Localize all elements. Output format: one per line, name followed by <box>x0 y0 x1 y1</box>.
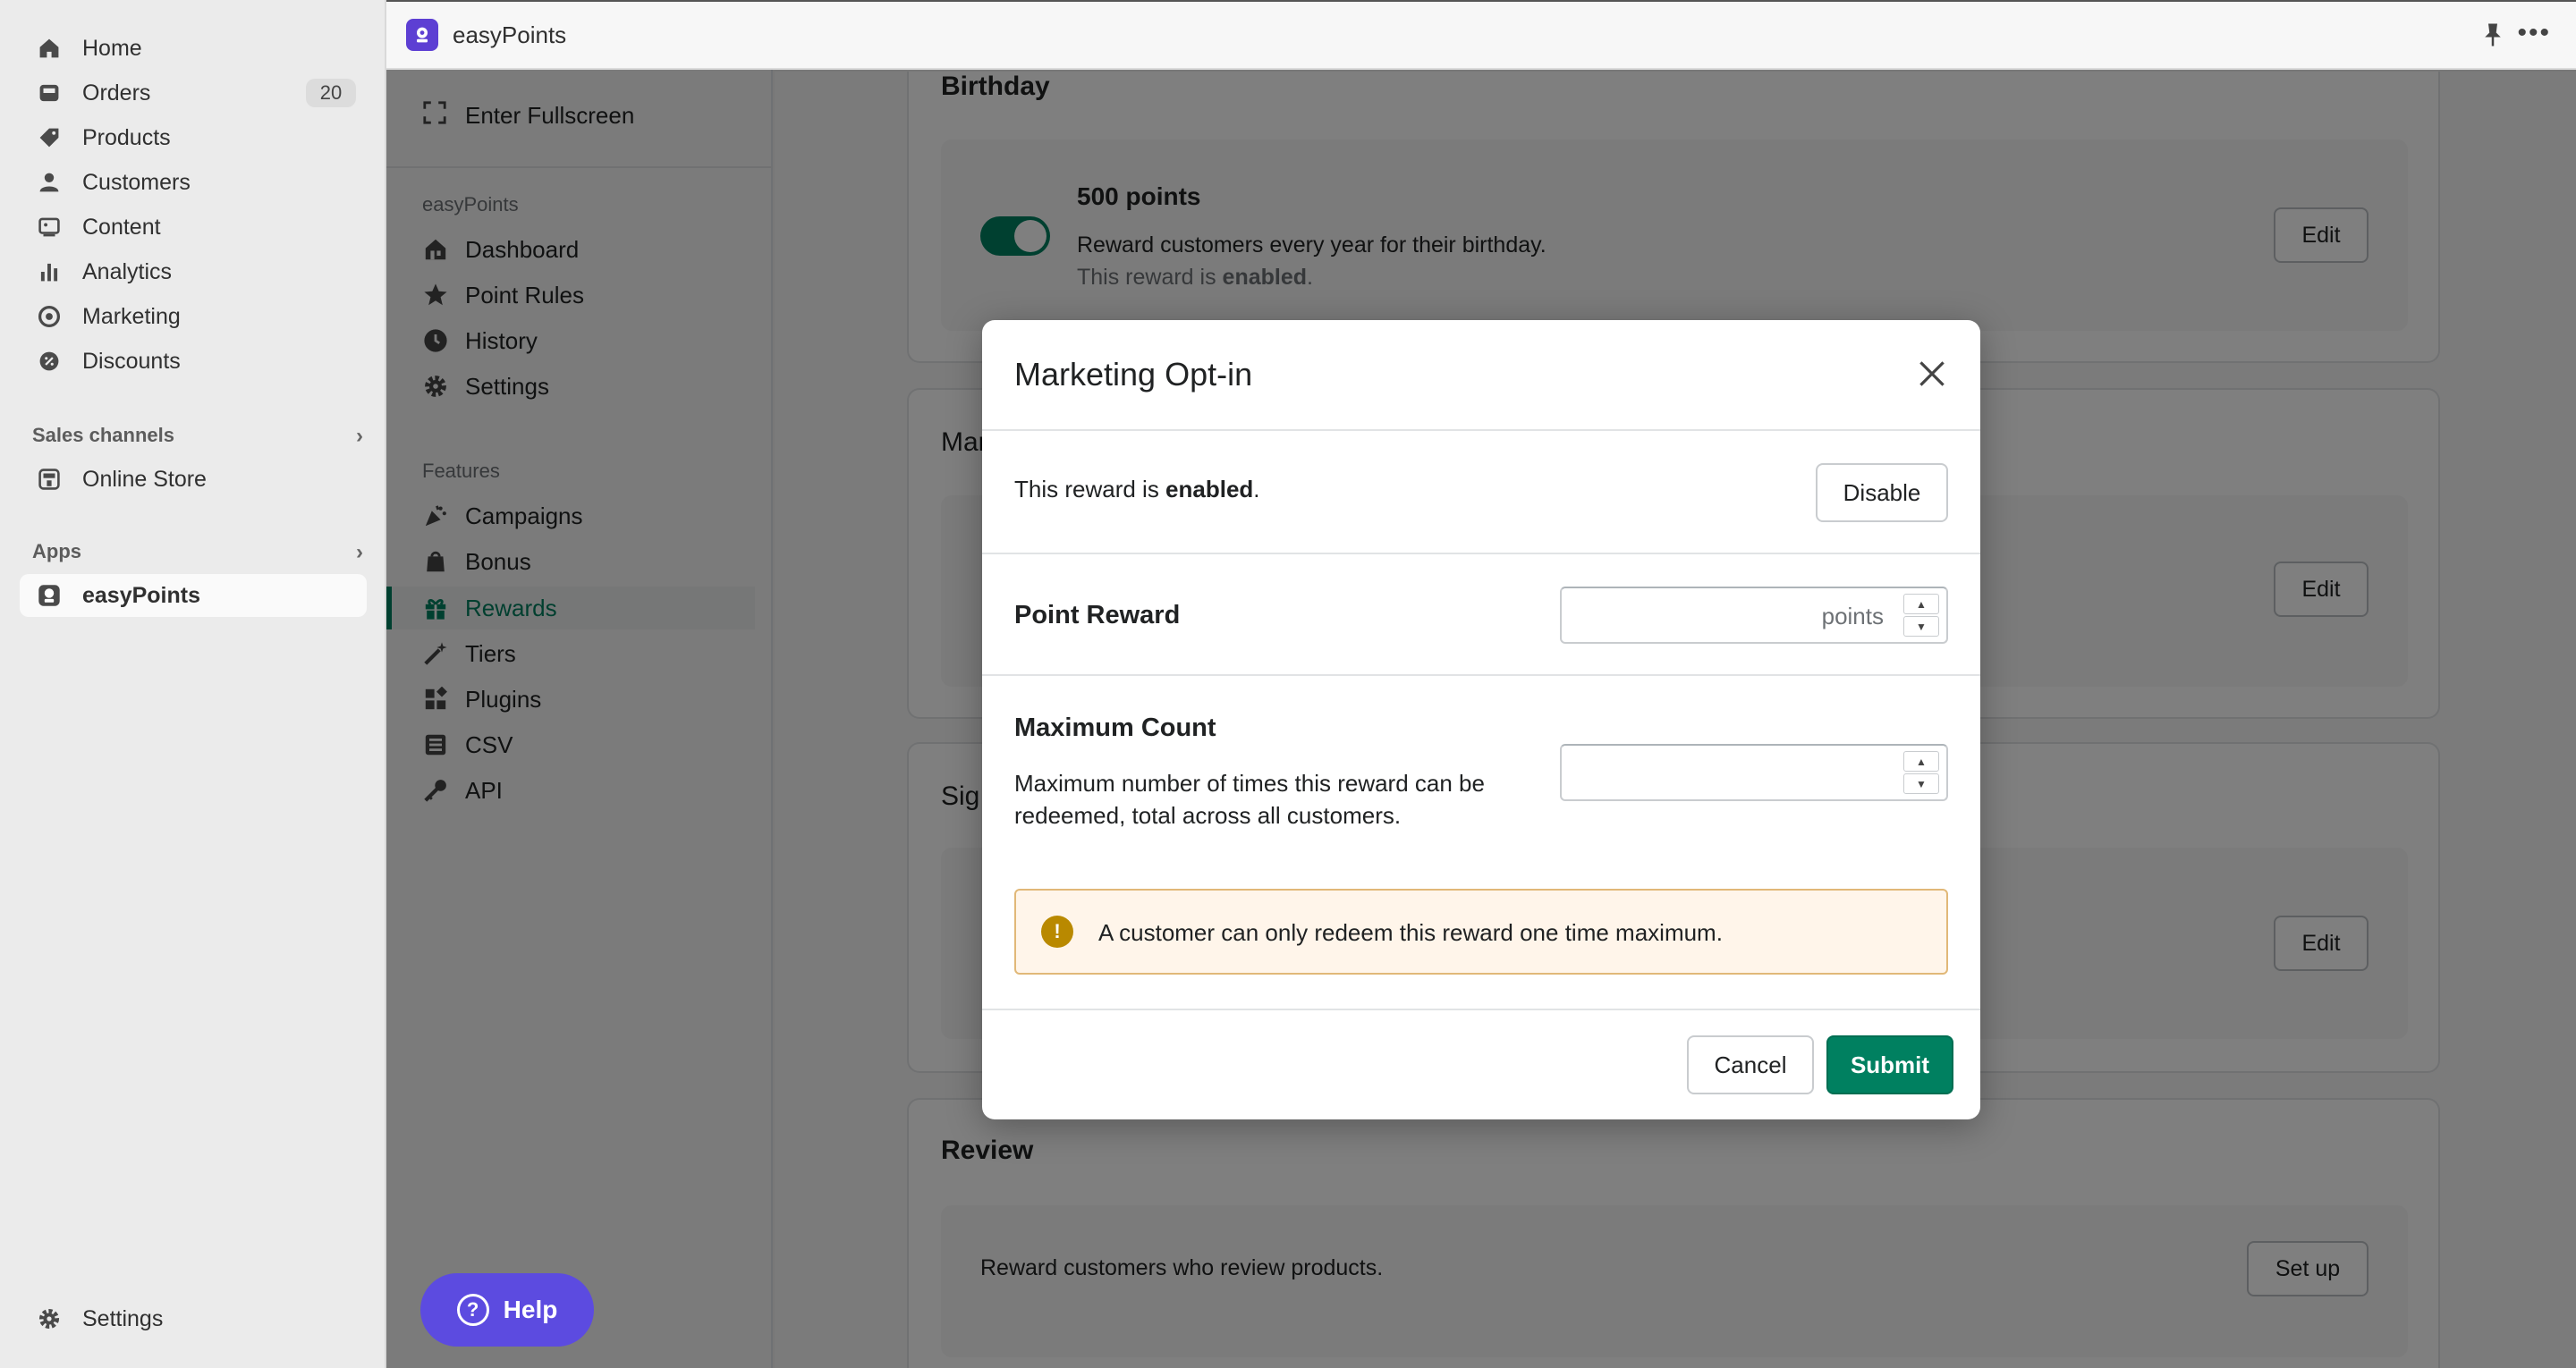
status-value: enabled <box>1165 476 1254 502</box>
store-icon <box>36 466 63 493</box>
nav-content[interactable]: Content <box>20 206 367 249</box>
nav-marketing-label: Marketing <box>82 303 181 329</box>
discount-icon <box>36 348 63 375</box>
orders-count-badge: 20 <box>306 79 356 107</box>
nav-analytics-label: Analytics <box>82 258 173 284</box>
app-topbar: easyPoints ••• <box>386 0 2576 70</box>
nav-content-label: Content <box>82 214 161 240</box>
point-reward-label: Point Reward <box>1014 601 1181 629</box>
nav-customers[interactable]: Customers <box>20 161 367 204</box>
nav-app-easypoints-label: easyPoints <box>82 582 201 608</box>
disable-button[interactable]: Disable <box>1816 463 1948 522</box>
admin-sidebar: Home Orders 20 Products Customers Conten… <box>0 0 386 1368</box>
point-reward-input[interactable]: points ▲ ▼ <box>1560 587 1948 644</box>
increment-icon[interactable]: ▲ <box>1903 751 1939 772</box>
modal-header-divider <box>982 429 1980 431</box>
status-prefix: This reward is <box>1014 476 1166 502</box>
person-icon <box>36 169 63 196</box>
nav-home[interactable]: Home <box>20 27 367 70</box>
chevron-right-icon: › <box>356 424 363 448</box>
decrement-icon[interactable]: ▼ <box>1903 616 1939 637</box>
orders-icon <box>36 80 63 106</box>
warning-icon: ! <box>1041 916 1073 948</box>
nav-online-store[interactable]: Online Store <box>20 458 367 501</box>
apps-section[interactable]: Apps › <box>32 540 363 564</box>
max-count-description: Maximum number of times this reward can … <box>1014 770 1485 829</box>
nav-customers-label: Customers <box>82 169 191 195</box>
modal-divider <box>982 553 1980 554</box>
sales-channels-section[interactable]: Sales channels › <box>32 424 363 448</box>
nav-orders-label: Orders <box>82 80 151 106</box>
more-options-icon[interactable]: ••• <box>2517 18 2551 48</box>
point-reward-stepper[interactable]: ▲ ▼ <box>1903 594 1939 638</box>
nav-settings-label: Settings <box>82 1305 164 1331</box>
nav-online-store-label: Online Store <box>82 466 207 492</box>
decrement-icon[interactable]: ▼ <box>1903 773 1939 794</box>
tag-icon <box>36 124 63 151</box>
max-count-input[interactable]: ▲ ▼ <box>1560 744 1948 801</box>
submit-button[interactable]: Submit <box>1826 1035 1953 1094</box>
target-icon <box>36 303 63 330</box>
nav-settings[interactable]: Settings <box>20 1297 367 1340</box>
nav-marketing[interactable]: Marketing <box>20 295 367 338</box>
help-button-label: Help <box>503 1296 558 1323</box>
bar-chart-icon <box>36 258 63 285</box>
nav-products[interactable]: Products <box>20 116 367 159</box>
gear-icon <box>36 1305 63 1332</box>
reward-status-text: This reward is enabled. <box>1014 476 1260 503</box>
apps-label: Apps <box>32 540 81 562</box>
increment-icon[interactable]: ▲ <box>1903 594 1939 614</box>
warning-banner-text: A customer can only redeem this reward o… <box>1098 919 1723 946</box>
nav-analytics[interactable]: Analytics <box>20 250 367 293</box>
status-suffix: . <box>1253 476 1260 502</box>
pin-icon[interactable] <box>2481 21 2504 55</box>
modal-footer-divider <box>982 1009 1980 1010</box>
points-suffix: points <box>1821 603 1884 629</box>
content-icon <box>36 214 63 241</box>
easypoints-app-icon <box>36 582 63 609</box>
cancel-button[interactable]: Cancel <box>1687 1035 1814 1094</box>
max-count-label: Maximum Count <box>1014 714 1216 742</box>
help-button[interactable]: ? Help <box>420 1273 594 1347</box>
close-icon[interactable] <box>1916 358 1948 390</box>
modal-divider <box>982 674 1980 676</box>
nav-home-label: Home <box>82 35 142 61</box>
marketing-optin-modal: Marketing Opt-in This reward is enabled.… <box>982 320 1980 1119</box>
nav-products-label: Products <box>82 124 171 150</box>
home-icon <box>36 35 63 62</box>
warning-banner: ! A customer can only redeem this reward… <box>1014 889 1948 975</box>
modal-title: Marketing Opt-in <box>1014 356 1253 393</box>
easypoints-logo-icon <box>406 19 438 51</box>
nav-orders[interactable]: Orders 20 <box>20 72 367 114</box>
question-icon: ? <box>456 1294 489 1326</box>
nav-app-easypoints[interactable]: easyPoints <box>20 574 367 617</box>
sales-channels-label: Sales channels <box>32 424 174 446</box>
nav-discounts[interactable]: Discounts <box>20 340 367 383</box>
nav-discounts-label: Discounts <box>82 348 181 374</box>
app-title: easyPoints <box>453 21 567 48</box>
chevron-right-icon: › <box>356 540 363 564</box>
max-count-stepper[interactable]: ▲ ▼ <box>1903 751 1939 796</box>
